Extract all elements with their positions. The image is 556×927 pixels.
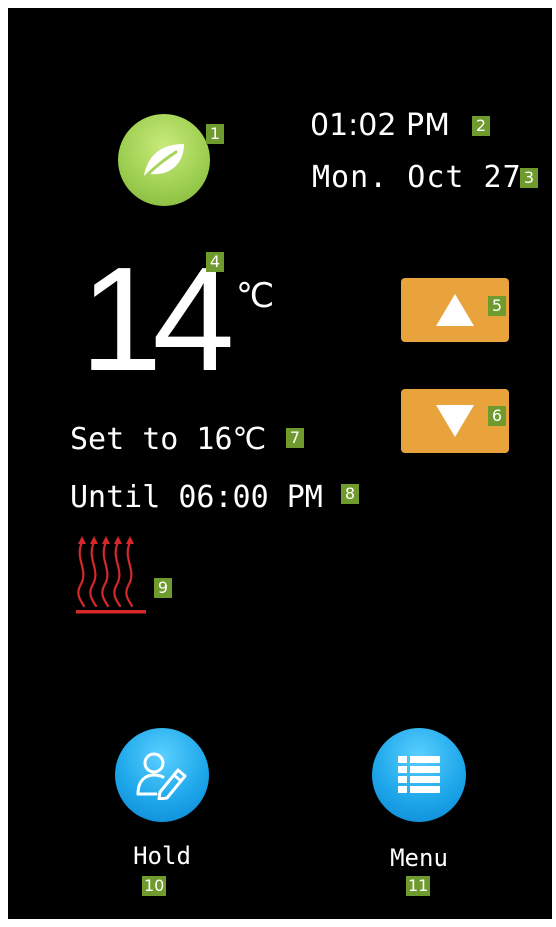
eco-mode-button[interactable] [118, 114, 210, 206]
annotation-badge-5: 5 [488, 296, 506, 316]
menu-label: Menu [390, 844, 448, 872]
annotation-badge-9: 9 [154, 578, 172, 598]
temperature-unit: ℃ [236, 276, 275, 316]
menu-button[interactable] [372, 728, 466, 822]
triangle-down-icon [436, 405, 474, 437]
annotation-badge-3: 3 [520, 168, 538, 188]
annotation-badge-8: 8 [341, 484, 359, 504]
annotation-badge-11: 11 [406, 876, 431, 896]
user-edit-icon [136, 752, 187, 800]
leaf-icon [144, 144, 184, 178]
heating-icon [76, 536, 146, 614]
clock-date: Mon. Oct 27 [312, 160, 522, 195]
thermostat-panel [8, 8, 552, 919]
annotation-badge-1: 1 [206, 124, 224, 144]
annotation-badge-4: 4 [206, 252, 224, 272]
annotation-badge-7: 7 [286, 428, 304, 448]
hold-label: Hold [133, 842, 191, 870]
current-temperature: 14 [80, 237, 235, 402]
hold-until-text: Until 06:00 PM [70, 480, 323, 515]
hold-button[interactable] [115, 728, 209, 822]
annotation-badge-10: 10 [142, 876, 167, 896]
setpoint-text: Set to 16℃ [70, 422, 267, 457]
triangle-up-icon [436, 294, 474, 326]
clock-time: 01:02 PM [310, 108, 450, 143]
thermostat-screen: 1 01:02 PM 2 Mon. Oct 27 3 14 ℃ 4 5 6 Se… [0, 0, 556, 927]
annotation-badge-2: 2 [472, 116, 490, 136]
list-menu-icon [398, 756, 440, 793]
annotation-badge-6: 6 [488, 406, 506, 426]
